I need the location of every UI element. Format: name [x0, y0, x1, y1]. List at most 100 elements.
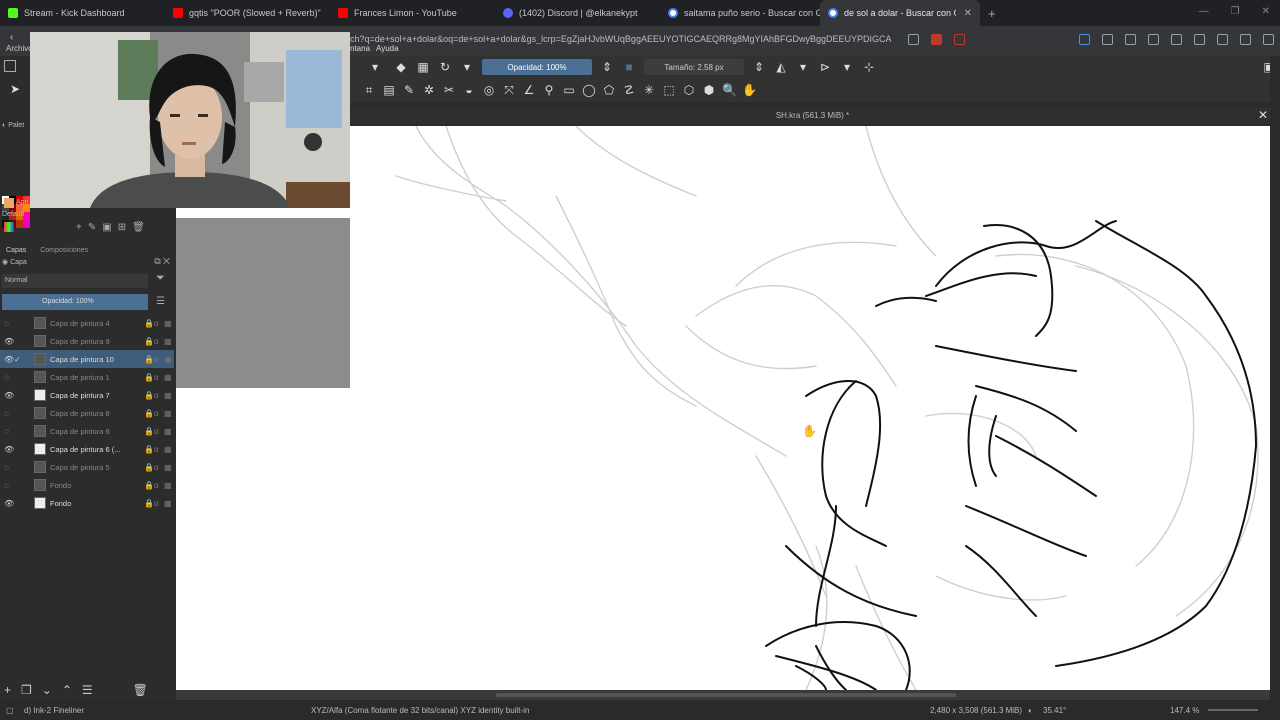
inherit-alpha-icon[interactable]: ▦ [164, 445, 174, 454]
inherit-alpha-icon[interactable]: ▦ [164, 319, 174, 328]
layer-row[interactable]: 👁 Capa de pintura 6 (... 🔒 α ▦ [0, 440, 174, 458]
canvas-area[interactable] [176, 388, 350, 690]
menu-archivo[interactable]: Archivo [6, 44, 33, 53]
layer-opacity-slider[interactable]: Opacidad: 100% [2, 294, 148, 310]
maximize-icon[interactable]: ❐ [1231, 6, 1240, 17]
smart-patch-icon[interactable]: ✲ [422, 83, 436, 97]
extensions-puzzle-icon[interactable] [1217, 34, 1228, 45]
bookmark-icon[interactable] [1171, 34, 1182, 45]
inherit-alpha-icon[interactable]: ▦ [164, 409, 174, 418]
menu-ayuda[interactable]: Ayuda [376, 44, 399, 53]
transform-icon[interactable]: ⤧ [502, 83, 516, 97]
edit-icon[interactable]: ✎ [88, 222, 96, 233]
eye-closed-icon[interactable]: ◌ [4, 463, 14, 472]
inherit-alpha-icon[interactable]: ▦ [164, 481, 174, 490]
layer-row[interactable]: ◌ Capa de pintura 8 🔒 α ▦ [0, 404, 174, 422]
blend-mode-select[interactable]: Normal [2, 274, 148, 288]
select-shape-icon[interactable]: ➤ [10, 82, 20, 96]
alpha-icon[interactable]: α [154, 463, 164, 472]
inherit-alpha-icon[interactable]: ▦ [164, 391, 174, 400]
dropdown-icon[interactable]: ▾ [840, 60, 854, 74]
save-icon[interactable]: ▣ [102, 222, 111, 233]
inherit-alpha-icon[interactable]: ▦ [164, 373, 174, 382]
lock-icon[interactable]: 🔒 [144, 337, 154, 346]
grid-palette-icon[interactable] [4, 222, 14, 232]
wrap-around-icon[interactable]: ⊹ [862, 60, 876, 74]
layer-row[interactable]: ◌ Capa de pintura 4 🔒 α ▦ [0, 314, 174, 332]
alpha-icon[interactable]: α [154, 337, 164, 346]
minimize-icon[interactable]: — [1199, 6, 1209, 17]
layer-row[interactable]: ◌ Fondo 🔒 α ▦ [0, 476, 174, 494]
layer-properties-icon[interactable]: ☰ [82, 683, 93, 697]
eye-icon[interactable]: 👁 [4, 445, 14, 454]
bezier-select-icon[interactable]: ⬡ [682, 83, 696, 97]
lock-icon[interactable]: 🔒 [144, 445, 154, 454]
sidebar-icon[interactable] [1194, 34, 1205, 45]
filter-icon[interactable]: ⏷ [156, 272, 165, 285]
grid-icon[interactable]: ⊞ [118, 222, 126, 233]
spinner-icon[interactable]: ⇕ [600, 60, 614, 74]
close-window-icon[interactable]: ✕ [1262, 6, 1270, 17]
add-icon[interactable]: + [76, 222, 82, 233]
magic-wand-icon[interactable]: ✳ [642, 83, 656, 97]
brush-preset-name[interactable]: d) Ink-2 Fineliner [24, 706, 84, 715]
document-title[interactable]: SH.kra (561.3 MiB) * [350, 108, 1275, 124]
size-slider[interactable]: Tamaño: 2.58 px [644, 59, 744, 75]
zoom-icon[interactable]: 🔍 [722, 83, 737, 97]
pan-icon[interactable]: ✋ [742, 83, 757, 97]
alpha-icon[interactable]: α [154, 499, 164, 508]
crop-icon[interactable]: ⌗ [362, 83, 376, 97]
gradient-icon[interactable]: ▤ [382, 83, 396, 97]
tab-capas[interactable]: Capas [6, 247, 26, 254]
fill-icon[interactable]: ◒ [462, 83, 476, 97]
tab-youtube-frances[interactable]: Frances Limon - YouTube [330, 0, 495, 26]
color-picker-icon[interactable]: ✎ [402, 83, 416, 97]
eye-closed-icon[interactable]: ◌ [4, 319, 14, 328]
share-icon[interactable] [908, 34, 919, 45]
back-icon[interactable]: ‹ [10, 32, 13, 43]
alpha-icon[interactable]: α [154, 409, 164, 418]
similar-select-icon[interactable]: ⬚ [662, 83, 676, 97]
close-tab-icon[interactable]: ✕ [964, 8, 972, 19]
extension-icon[interactable] [1079, 34, 1090, 45]
layer-row[interactable]: 👁 ✓ Capa de pintura 10 🔒 α ▦ [0, 350, 174, 368]
layer-row[interactable]: ◌ Capa de pintura 1 🔒 α ▦ [0, 368, 174, 386]
dropdown-icon[interactable]: ▾ [796, 60, 810, 74]
reload-preset-icon[interactable]: ↻ [438, 60, 452, 74]
swatch[interactable] [23, 220, 30, 228]
tab-kick-dashboard[interactable]: Stream - Kick Dashboard [0, 0, 165, 26]
lock-icon[interactable]: 🔒 [144, 427, 154, 436]
magnetic-select-icon[interactable]: ⬢ [702, 83, 716, 97]
ellipse-select-icon[interactable]: ◯ [582, 83, 596, 97]
alpha-icon[interactable]: α [154, 391, 164, 400]
delete-icon[interactable]: 🗑 [132, 222, 145, 233]
colorize-mask-icon[interactable]: ✂ [442, 83, 456, 97]
close-document-icon[interactable]: ✕ [1258, 108, 1268, 122]
duplicate-layer-icon[interactable]: ❐ [21, 683, 32, 697]
inherit-alpha-icon[interactable]: ▦ [164, 499, 174, 508]
eye-icon[interactable]: 👁 [4, 355, 14, 364]
eye-closed-icon[interactable]: ◌ [4, 409, 14, 418]
new-tab-button[interactable]: + [988, 6, 996, 21]
mirror-horizontal-icon[interactable]: ◭ [774, 60, 788, 74]
extension-icon[interactable] [931, 34, 942, 45]
tab-discord[interactable]: (1402) Discord | @elkanekypt [495, 0, 660, 26]
inherit-alpha-icon[interactable]: ▦ [164, 427, 174, 436]
menu-ventana[interactable]: ntana [350, 44, 370, 53]
eye-icon[interactable]: 👁 [4, 391, 14, 400]
assistant-icon[interactable]: ⚲ [542, 83, 556, 97]
polygon-select-icon[interactable]: ⬠ [602, 83, 616, 97]
lock-icon[interactable]: 🔒 [144, 499, 154, 508]
horizontal-scrollbar[interactable] [176, 690, 1270, 700]
inherit-alpha-icon[interactable]: ▦ [164, 463, 174, 472]
swatch[interactable] [16, 220, 23, 228]
alpha-lock-icon[interactable]: ▦ [416, 60, 430, 74]
move-down-icon[interactable]: ⌄ [42, 683, 52, 697]
alpha-icon[interactable]: α [154, 481, 164, 490]
layer-row[interactable]: 👁 Fondo 🔒 α ▦ [0, 494, 174, 512]
profile-icon[interactable] [1240, 34, 1251, 45]
eye-icon[interactable]: 👁 [4, 499, 14, 508]
alpha-icon[interactable]: α [154, 427, 164, 436]
eye-icon[interactable]: 👁 [4, 337, 14, 346]
eye-closed-icon[interactable]: ◌ [4, 373, 14, 382]
